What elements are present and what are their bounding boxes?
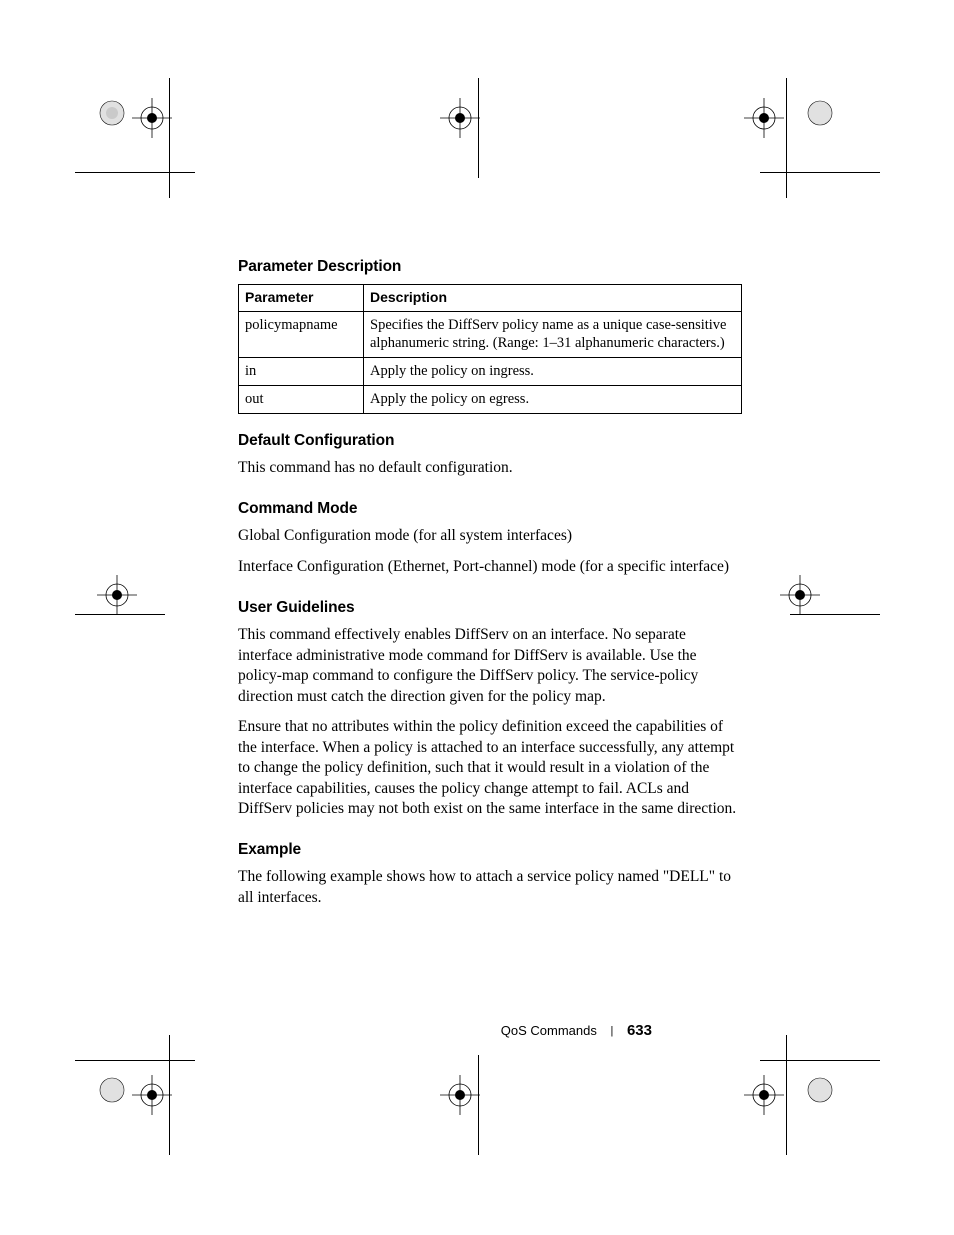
heading-default-configuration: Default Configuration [238,432,742,450]
register-mark-icon [780,575,860,655]
crop-line [760,1060,880,1061]
text-command-mode-2: Interface Configuration (Ethernet, Port-… [238,557,742,577]
heading-example: Example [238,841,742,859]
table-row: out Apply the policy on egress. [239,385,742,413]
table-header-row: Parameter Description [239,285,742,312]
th-description: Description [364,285,742,312]
footer-page-number: 633 [627,1022,652,1039]
register-mark-icon [805,98,885,178]
footer-chapter: QoS Commands [501,1023,597,1038]
cell-description: Apply the policy on egress. [364,385,742,413]
table-row: in Apply the policy on ingress. [239,357,742,385]
register-mark-icon [805,1075,885,1155]
page-content: Parameter Description Parameter Descript… [238,258,742,918]
register-mark-icon [132,1075,212,1155]
page-footer: QoS Commands | 633 [0,1022,954,1039]
cell-description: Specifies the DiffServ policy name as a … [364,311,742,357]
heading-user-guidelines: User Guidelines [238,599,742,617]
register-mark-icon [97,575,177,655]
text-default-configuration: This command has no default configuratio… [238,458,742,478]
cell-parameter: in [239,357,364,385]
text-example: The following example shows how to attac… [238,867,742,908]
cell-description: Apply the policy on ingress. [364,357,742,385]
register-mark-icon [440,98,520,178]
text-user-guidelines-1: This command effectively enables DiffSer… [238,625,742,707]
crop-line [75,1060,195,1061]
heading-parameter-description: Parameter Description [238,258,742,276]
table-row: policymapname Specifies the DiffServ pol… [239,311,742,357]
footer-separator: | [610,1025,613,1037]
heading-command-mode: Command Mode [238,500,742,518]
text-command-mode-1: Global Configuration mode (for all syste… [238,526,742,546]
text-user-guidelines-2: Ensure that no attributes within the pol… [238,717,742,819]
register-mark-icon [440,1075,520,1155]
parameter-table: Parameter Description policymapname Spec… [238,284,742,414]
cell-parameter: policymapname [239,311,364,357]
cell-parameter: out [239,385,364,413]
register-mark-icon [132,98,212,178]
th-parameter: Parameter [239,285,364,312]
